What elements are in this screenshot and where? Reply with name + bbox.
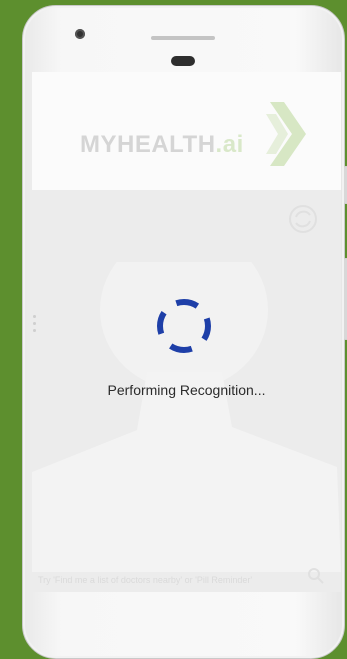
drawer-handle[interactable]	[32, 315, 40, 335]
phone-frame: MYHEALTH.ai Performing Recognition...	[22, 5, 347, 659]
loading-status-text: Performing Recognition...	[107, 382, 266, 398]
proximity-sensor	[171, 56, 195, 66]
search-input[interactable]	[38, 573, 298, 587]
loading-spinner	[157, 299, 211, 353]
logo-text: MYHEALTH	[80, 131, 216, 158]
front-camera	[75, 29, 85, 39]
logo-chevron-icon	[266, 102, 306, 166]
app-header: MYHEALTH.ai	[32, 72, 341, 190]
search-bar[interactable]	[32, 567, 341, 589]
app-logo: MYHEALTH.ai	[80, 131, 244, 159]
earpiece-speaker	[151, 36, 215, 40]
search-icon[interactable]	[307, 567, 325, 585]
logo-suffix: .ai	[215, 131, 244, 158]
camera-switch-icon[interactable]	[286, 204, 320, 234]
app-screen: MYHEALTH.ai Performing Recognition...	[32, 72, 341, 592]
